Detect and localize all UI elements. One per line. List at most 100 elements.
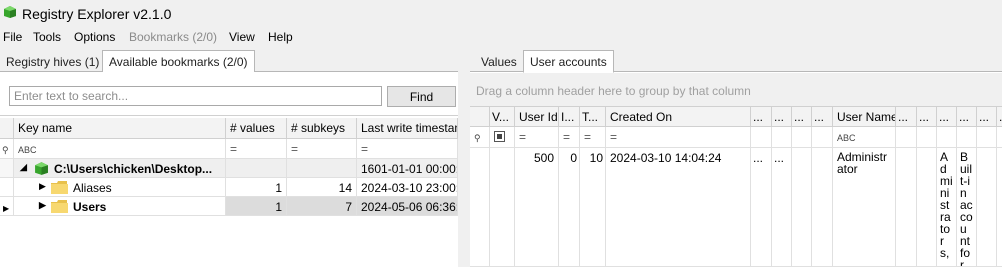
filter-cell[interactable] <box>977 127 997 148</box>
table-row-users[interactable]: ▶ Users <box>14 197 226 216</box>
equals-filter-icon: = <box>361 142 369 156</box>
cell-user-name: Administrator <box>833 148 896 267</box>
equals-filter-icon: = <box>584 130 592 144</box>
filter-user-name[interactable]: ABC <box>833 127 896 148</box>
cell-description: Built-in account for <box>957 148 977 267</box>
filter-cell[interactable] <box>772 127 792 148</box>
menu-bookmarks[interactable]: Bookmarks (2/0) <box>129 30 217 44</box>
col-collapsed[interactable]: ... <box>896 107 917 127</box>
menu-bar: File Tools Options Bookmarks (2/0) View … <box>0 28 1002 48</box>
table-row-hive[interactable]: ◢ C:\Users\chicken\Desktop... <box>14 159 226 178</box>
col-values[interactable]: # values <box>226 118 287 139</box>
filter-cell[interactable] <box>812 127 833 148</box>
col-collapsed[interactable]: ... <box>792 107 812 127</box>
col-collapsed[interactable]: ... <box>751 107 772 127</box>
col-collapsed[interactable]: ... <box>957 107 977 127</box>
row-indicator <box>0 159 14 178</box>
filter-created-on[interactable]: = <box>606 127 751 148</box>
cell-v[interactable] <box>490 148 515 267</box>
cell-empty <box>997 148 1002 267</box>
filter-cell[interactable] <box>751 127 772 148</box>
menu-help[interactable]: Help <box>268 30 293 44</box>
cell-values <box>226 159 287 178</box>
filter-cell[interactable] <box>917 127 937 148</box>
col-user-name[interactable]: User Name <box>833 107 896 127</box>
left-tabstrip: Registry hives (1) Available bookmarks (… <box>0 48 458 73</box>
filter-cell[interactable] <box>957 127 977 148</box>
right-tabstrip: Values User accounts <box>470 48 1002 73</box>
table-row-aliases[interactable]: ▶ Aliases <box>14 178 226 197</box>
filter-v[interactable] <box>490 127 515 148</box>
key-name: Users <box>73 200 107 214</box>
col-last-write[interactable]: Last write timestamp <box>357 118 458 139</box>
filter-user-id[interactable]: = <box>515 127 559 148</box>
cell-groups: Administrators, <box>937 148 957 267</box>
left-pane: Registry hives (1) Available bookmarks (… <box>0 48 458 267</box>
right-pane: Values User accounts Drag a column heade… <box>470 48 1002 267</box>
expand-arrow-icon[interactable]: ▶ <box>39 200 46 211</box>
filter-cell[interactable] <box>997 127 1002 148</box>
cell-collapsed: ... <box>772 148 792 267</box>
cell-subkeys: 14 <box>287 178 357 197</box>
menu-options[interactable]: Options <box>74 30 115 44</box>
menu-file[interactable]: File <box>3 30 22 44</box>
equals-filter-icon: = <box>563 130 571 144</box>
tab-user-accounts[interactable]: User accounts <box>523 50 614 73</box>
col-collapsed[interactable]: ... <box>917 107 937 127</box>
expand-arrow-icon[interactable]: ▶ <box>39 181 46 192</box>
filter-cell[interactable] <box>896 127 917 148</box>
title-bar: Registry Explorer v2.1.0 <box>0 0 1002 28</box>
cell-empty <box>977 148 997 267</box>
cell-t: 10 <box>580 148 606 267</box>
col-collapsed[interactable]: ... <box>812 107 833 127</box>
hive-cube-icon <box>35 162 48 175</box>
pane-splitter[interactable] <box>458 48 470 267</box>
filter-row-icon: ⚲ <box>470 127 490 148</box>
tab-registry-hives[interactable]: Registry hives (1) <box>0 51 105 72</box>
tab-available-bookmarks[interactable]: Available bookmarks (2/0) <box>102 50 255 73</box>
filter-values[interactable]: = <box>226 139 287 159</box>
group-by-hint: Drag a column header here to group by th… <box>476 84 751 98</box>
filter-cell[interactable] <box>792 127 812 148</box>
cell-timestamp: 2024-03-10 23:00:1 <box>357 178 458 197</box>
search-input[interactable] <box>9 86 382 106</box>
col-v[interactable]: V... <box>490 107 515 127</box>
checkbox-filter-icon[interactable] <box>494 131 505 142</box>
equals-filter-icon: = <box>610 130 618 144</box>
filter-subkeys[interactable]: = <box>287 139 357 159</box>
group-panel[interactable]: Drag a column header here to group by th… <box>470 73 1002 107</box>
row-indicator: ▶ <box>0 197 14 216</box>
col-key-name[interactable]: Key name <box>14 118 226 139</box>
col-collapsed[interactable]: ... <box>997 107 1002 127</box>
col-collapsed[interactable]: ... <box>977 107 997 127</box>
col-collapsed[interactable]: ... <box>937 107 957 127</box>
row-indicator <box>0 178 14 197</box>
menu-view[interactable]: View <box>229 30 255 44</box>
col-collapsed[interactable]: ... <box>772 107 792 127</box>
key-name: Aliases <box>73 181 112 195</box>
col-subkeys[interactable]: # subkeys <box>287 118 357 139</box>
current-row-icon: ▶ <box>3 204 10 213</box>
menu-tools[interactable]: Tools <box>33 30 61 44</box>
filter-t[interactable]: = <box>580 127 606 148</box>
tab-values[interactable]: Values <box>475 51 523 72</box>
cell-subkeys: 7 <box>287 197 357 216</box>
col-created-on[interactable]: Created On <box>606 107 751 127</box>
text-filter-icon: ABC <box>18 145 37 155</box>
text-filter-icon: ABC <box>837 133 856 143</box>
col-i[interactable]: I... <box>559 107 580 127</box>
cell-empty <box>896 148 917 267</box>
filter-row-icon: ⚲ <box>0 139 14 159</box>
equals-filter-icon: = <box>519 130 527 144</box>
filter-i[interactable]: = <box>559 127 580 148</box>
cell-subkeys <box>287 159 357 178</box>
filter-key-name[interactable]: ABC <box>14 139 226 159</box>
filter-cell[interactable] <box>937 127 957 148</box>
key-name: C:\Users\chicken\Desktop... <box>54 162 213 176</box>
col-user-id[interactable]: User Id <box>515 107 559 127</box>
collapse-arrow-icon[interactable]: ◢ <box>20 162 27 173</box>
col-t[interactable]: T... <box>580 107 606 127</box>
find-button[interactable]: Find <box>387 86 456 107</box>
folder-icon <box>51 200 68 213</box>
filter-last-write[interactable]: = <box>357 139 458 159</box>
